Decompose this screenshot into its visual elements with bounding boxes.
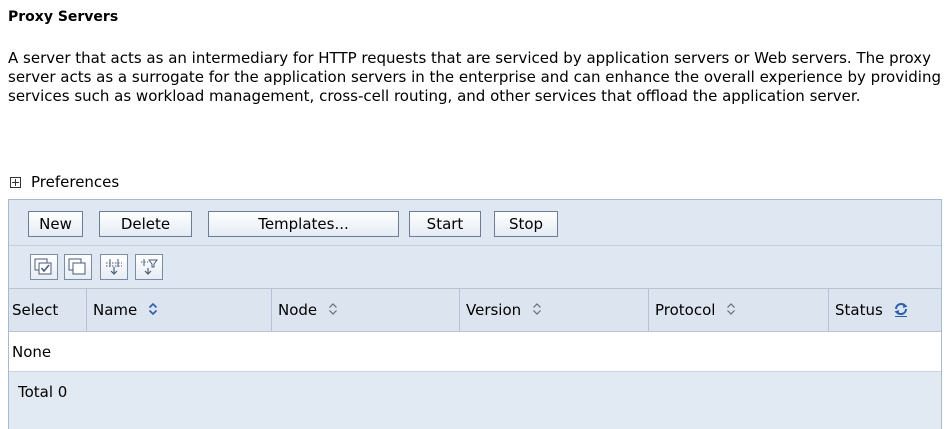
select-all-icon[interactable] [30,254,58,280]
column-node[interactable]: Node [272,289,460,331]
icon-toolbar [9,246,941,289]
column-label: Select [12,301,59,319]
empty-table-row: None [9,332,941,372]
button-toolbar: New Delete Templates... Start Stop [9,200,941,246]
page-title: Proxy Servers [8,9,119,25]
sort-icon[interactable] [532,302,542,316]
proxy-servers-page: Proxy Servers A server that acts as an i… [0,0,949,429]
column-protocol[interactable]: Protocol [649,289,829,331]
column-label[interactable]: Version [466,301,521,319]
clear-filter-icon[interactable] [135,254,163,280]
deselect-all-icon[interactable] [64,254,92,280]
new-button[interactable]: New [28,211,83,237]
refresh-icon[interactable] [893,301,909,317]
proxy-servers-collection-panel: New Delete Templates... Start Stop Selec… [8,199,942,429]
column-label[interactable]: Node [278,301,317,319]
sort-icon[interactable] [328,302,338,316]
show-filter-icon[interactable] [100,254,128,280]
sort-icon[interactable] [148,302,158,316]
column-status[interactable]: Status [829,289,941,331]
delete-button[interactable]: Delete [99,211,192,237]
preferences-label[interactable]: Preferences [31,173,119,191]
column-label[interactable]: Protocol [655,301,715,319]
total-count: Total 0 [9,372,941,429]
column-version[interactable]: Version [460,289,649,331]
column-label[interactable]: Status [835,301,883,319]
sort-icon[interactable] [726,302,736,316]
preferences-toggle[interactable]: Preferences [10,173,119,191]
column-label[interactable]: Name [93,301,137,319]
page-description: A server that acts as an intermediary fo… [8,49,941,105]
table-header: Select Name Node Version Protocol Status [9,289,941,332]
expand-plus-icon[interactable] [10,176,21,188]
column-name[interactable]: Name [87,289,272,331]
templates-button[interactable]: Templates... [208,211,399,237]
start-button[interactable]: Start [409,211,481,237]
column-select: Select [9,289,87,331]
stop-button[interactable]: Stop [494,211,558,237]
